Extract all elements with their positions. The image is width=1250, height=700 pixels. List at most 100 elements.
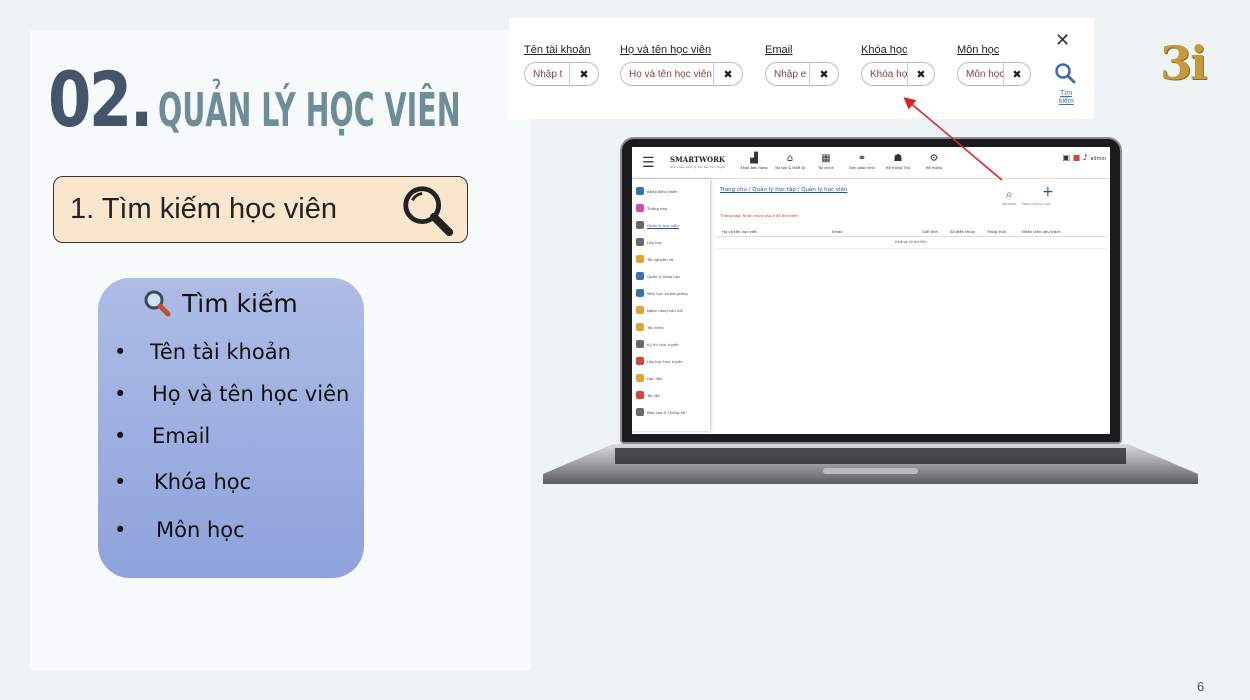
app-brand: SMARTWORK <box>670 155 725 164</box>
app-brand-subtitle: Giải pháp quản lý đào tạo trực tuyến <box>670 165 726 169</box>
nav-item[interactable]: ▦ Tài chính <box>808 153 844 171</box>
nav-item[interactable]: ⚭ Đơn giáo trình <box>844 153 880 171</box>
sidebar-item[interactable]: Kỳ thi trực tuyến <box>636 340 679 348</box>
magnifier-icon <box>144 290 171 317</box>
chart-icon: ▟ <box>750 153 758 164</box>
column-header[interactable]: Giới tính <box>922 229 938 234</box>
section-number: 02. <box>48 55 153 144</box>
filter-email: Email Nhập e ✖ <box>765 44 839 86</box>
sidebar-item-active[interactable]: Quản lý học viên <box>636 221 679 229</box>
menu-item-icon <box>636 391 644 399</box>
sidebar-item[interactable]: Báo cáo & Thống kê <box>636 408 685 416</box>
sidebar-item[interactable]: Tài nguyên số <box>636 255 673 263</box>
menu-item-icon <box>636 306 644 314</box>
filter-label: Email <box>765 44 793 56</box>
search-button-label[interactable]: Tìm kiếm <box>1059 90 1074 106</box>
laptop-base <box>543 444 1198 484</box>
menu-item-icon <box>636 357 644 365</box>
share-icon: ⚭ <box>857 153 867 164</box>
building-icon: ▦ <box>821 153 831 164</box>
feature-card: Tìm kiếm Tên tài khoản Họ và tên học viê… <box>98 278 364 578</box>
section-heading: QUẢN LÝ HỌC VIÊN <box>158 83 461 137</box>
search-filter-panel: Tên tài khoản Nhập t ✖ Họ và tên học viê… <box>509 18 1094 119</box>
email-input[interactable]: Nhập e ✖ <box>765 62 839 86</box>
column-header[interactable]: Họ và tên học viên <box>722 229 758 234</box>
fullname-input[interactable]: Họ và tên học viên ✖ <box>620 62 743 86</box>
menu-item-icon <box>636 204 644 212</box>
menu-item-icon <box>636 340 644 348</box>
feature-heading-label: Tìm kiếm <box>182 288 298 318</box>
user-menu[interactable]: ▣ ■ ♪ admin <box>1062 153 1106 162</box>
filter-label: Môn học <box>957 44 1000 56</box>
clear-icon[interactable]: ✖ <box>1003 63 1030 85</box>
menu-item-icon <box>636 289 644 297</box>
column-header[interactable]: Email <box>832 229 843 234</box>
nav-item[interactable]: ▟ Khóa bán hàng <box>736 153 772 171</box>
sidebar-item[interactable]: Học liệu <box>636 374 662 382</box>
sidebar-item[interactable]: Tài chính <box>636 323 664 331</box>
empty-state: Không có dữ liệu <box>716 239 1106 249</box>
feature-card-heading: Tìm kiếm <box>142 288 298 318</box>
column-header[interactable]: Số điện thoại <box>950 229 975 234</box>
menu-item-icon <box>636 238 644 246</box>
bank-icon: ⌂ <box>786 153 794 164</box>
menu-item-icon <box>636 221 644 229</box>
nav-item[interactable]: ⚙ Hệ thống <box>916 153 952 171</box>
search-action-label[interactable]: Tìm kiếm <box>1002 202 1016 206</box>
clear-icon[interactable]: ✖ <box>907 63 934 85</box>
account-input[interactable]: Nhập t ✖ <box>524 62 599 86</box>
menu-item-icon <box>636 374 644 382</box>
calendar-icon: ▣ <box>1062 153 1071 162</box>
sidebar-item[interactable]: Lớp học <box>636 238 662 246</box>
close-icon[interactable]: ✕ <box>1055 30 1070 51</box>
search-icon[interactable]: ⌕ <box>1006 187 1013 202</box>
magnifier-icon <box>403 186 454 237</box>
sidebar-item[interactable]: Thông báo <box>636 204 667 212</box>
course-input[interactable]: Khóa học ✖ <box>861 62 935 86</box>
nav-item[interactable]: ☗ Hệ thống Thư <box>880 153 916 171</box>
column-header[interactable]: Trạng thái <box>987 229 1006 234</box>
menu-item-icon <box>636 272 644 280</box>
filter-label: Họ và tên học viên <box>620 44 712 56</box>
flag-icon: ■ <box>1072 153 1081 162</box>
clear-icon[interactable]: ✖ <box>809 63 838 85</box>
nav-item[interactable]: ⌂ Tài sản & thiết bị <box>772 153 808 171</box>
filter-course: Khóa học Khóa học ✖ <box>861 44 935 86</box>
subject-input[interactable]: Môn học ✖ <box>957 62 1031 86</box>
menu-item-icon <box>636 408 644 416</box>
search-icon[interactable] <box>1054 62 1076 84</box>
subtitle-pill: 1. Tìm kiếm học viên <box>53 176 468 243</box>
table-header: Họ và tên học viên Email Giới tính Số đi… <box>716 227 1106 237</box>
user-name: admin <box>1090 156 1106 162</box>
page-number: 6 <box>1197 679 1205 694</box>
menu-item-icon <box>636 255 644 263</box>
filter-fullname: Họ và tên học viên Họ và tên học viên ✖ <box>620 44 743 86</box>
filter-label: Khóa học <box>861 44 908 56</box>
app-sidebar: Bảng điều khiển Thông báo Quản lý học vi… <box>632 179 710 431</box>
clear-icon[interactable]: ✖ <box>713 63 742 85</box>
sidebar-item[interactable]: Tài liệu <box>636 391 660 399</box>
bell-icon: ♪ <box>1082 153 1088 162</box>
filter-subject: Môn học Môn học ✖ <box>957 44 1031 86</box>
laptop-screen: ☰ SMARTWORK Giải pháp quản lý đào tạo tr… <box>632 147 1110 434</box>
menu-item-icon <box>636 187 644 195</box>
add-icon[interactable]: + <box>1042 184 1054 200</box>
sidebar-item[interactable]: Bảng điều khiển <box>636 187 678 195</box>
sidebar-item[interactable]: Ngân hàng câu hỏi <box>636 306 683 314</box>
people-icon: ☗ <box>893 153 903 164</box>
sidebar-item[interactable]: Quản lý khóa học <box>636 272 680 280</box>
sidebar-item[interactable]: Lớp học trực tuyến <box>636 357 683 365</box>
clear-icon[interactable]: ✖ <box>569 63 598 85</box>
add-action-label[interactable]: Thêm mới học viên <box>1022 202 1051 206</box>
gear-icon: ⚙ <box>929 153 939 164</box>
notice-text: Thông báo: Nhấn chọn vào ô để tìm kiếm <box>720 213 799 218</box>
subtitle-label: 1. Tìm kiếm học viên <box>70 193 338 225</box>
breadcrumb[interactable]: Trang chủ / Quản lý học tập / Quản lý họ… <box>720 187 847 193</box>
menu-item-icon <box>636 323 644 331</box>
sidebar-item[interactable]: Môn học và bài giảng <box>636 289 688 297</box>
menu-icon[interactable]: ☰ <box>642 155 655 171</box>
app-top-bar: ☰ SMARTWORK Giải pháp quản lý đào tạo tr… <box>632 147 1110 179</box>
column-header[interactable]: Nhân viên phụ trách <box>1022 229 1061 234</box>
brand-logo: 3i <box>1160 36 1208 90</box>
filter-account: Tên tài khoản Nhập t ✖ <box>524 44 599 86</box>
